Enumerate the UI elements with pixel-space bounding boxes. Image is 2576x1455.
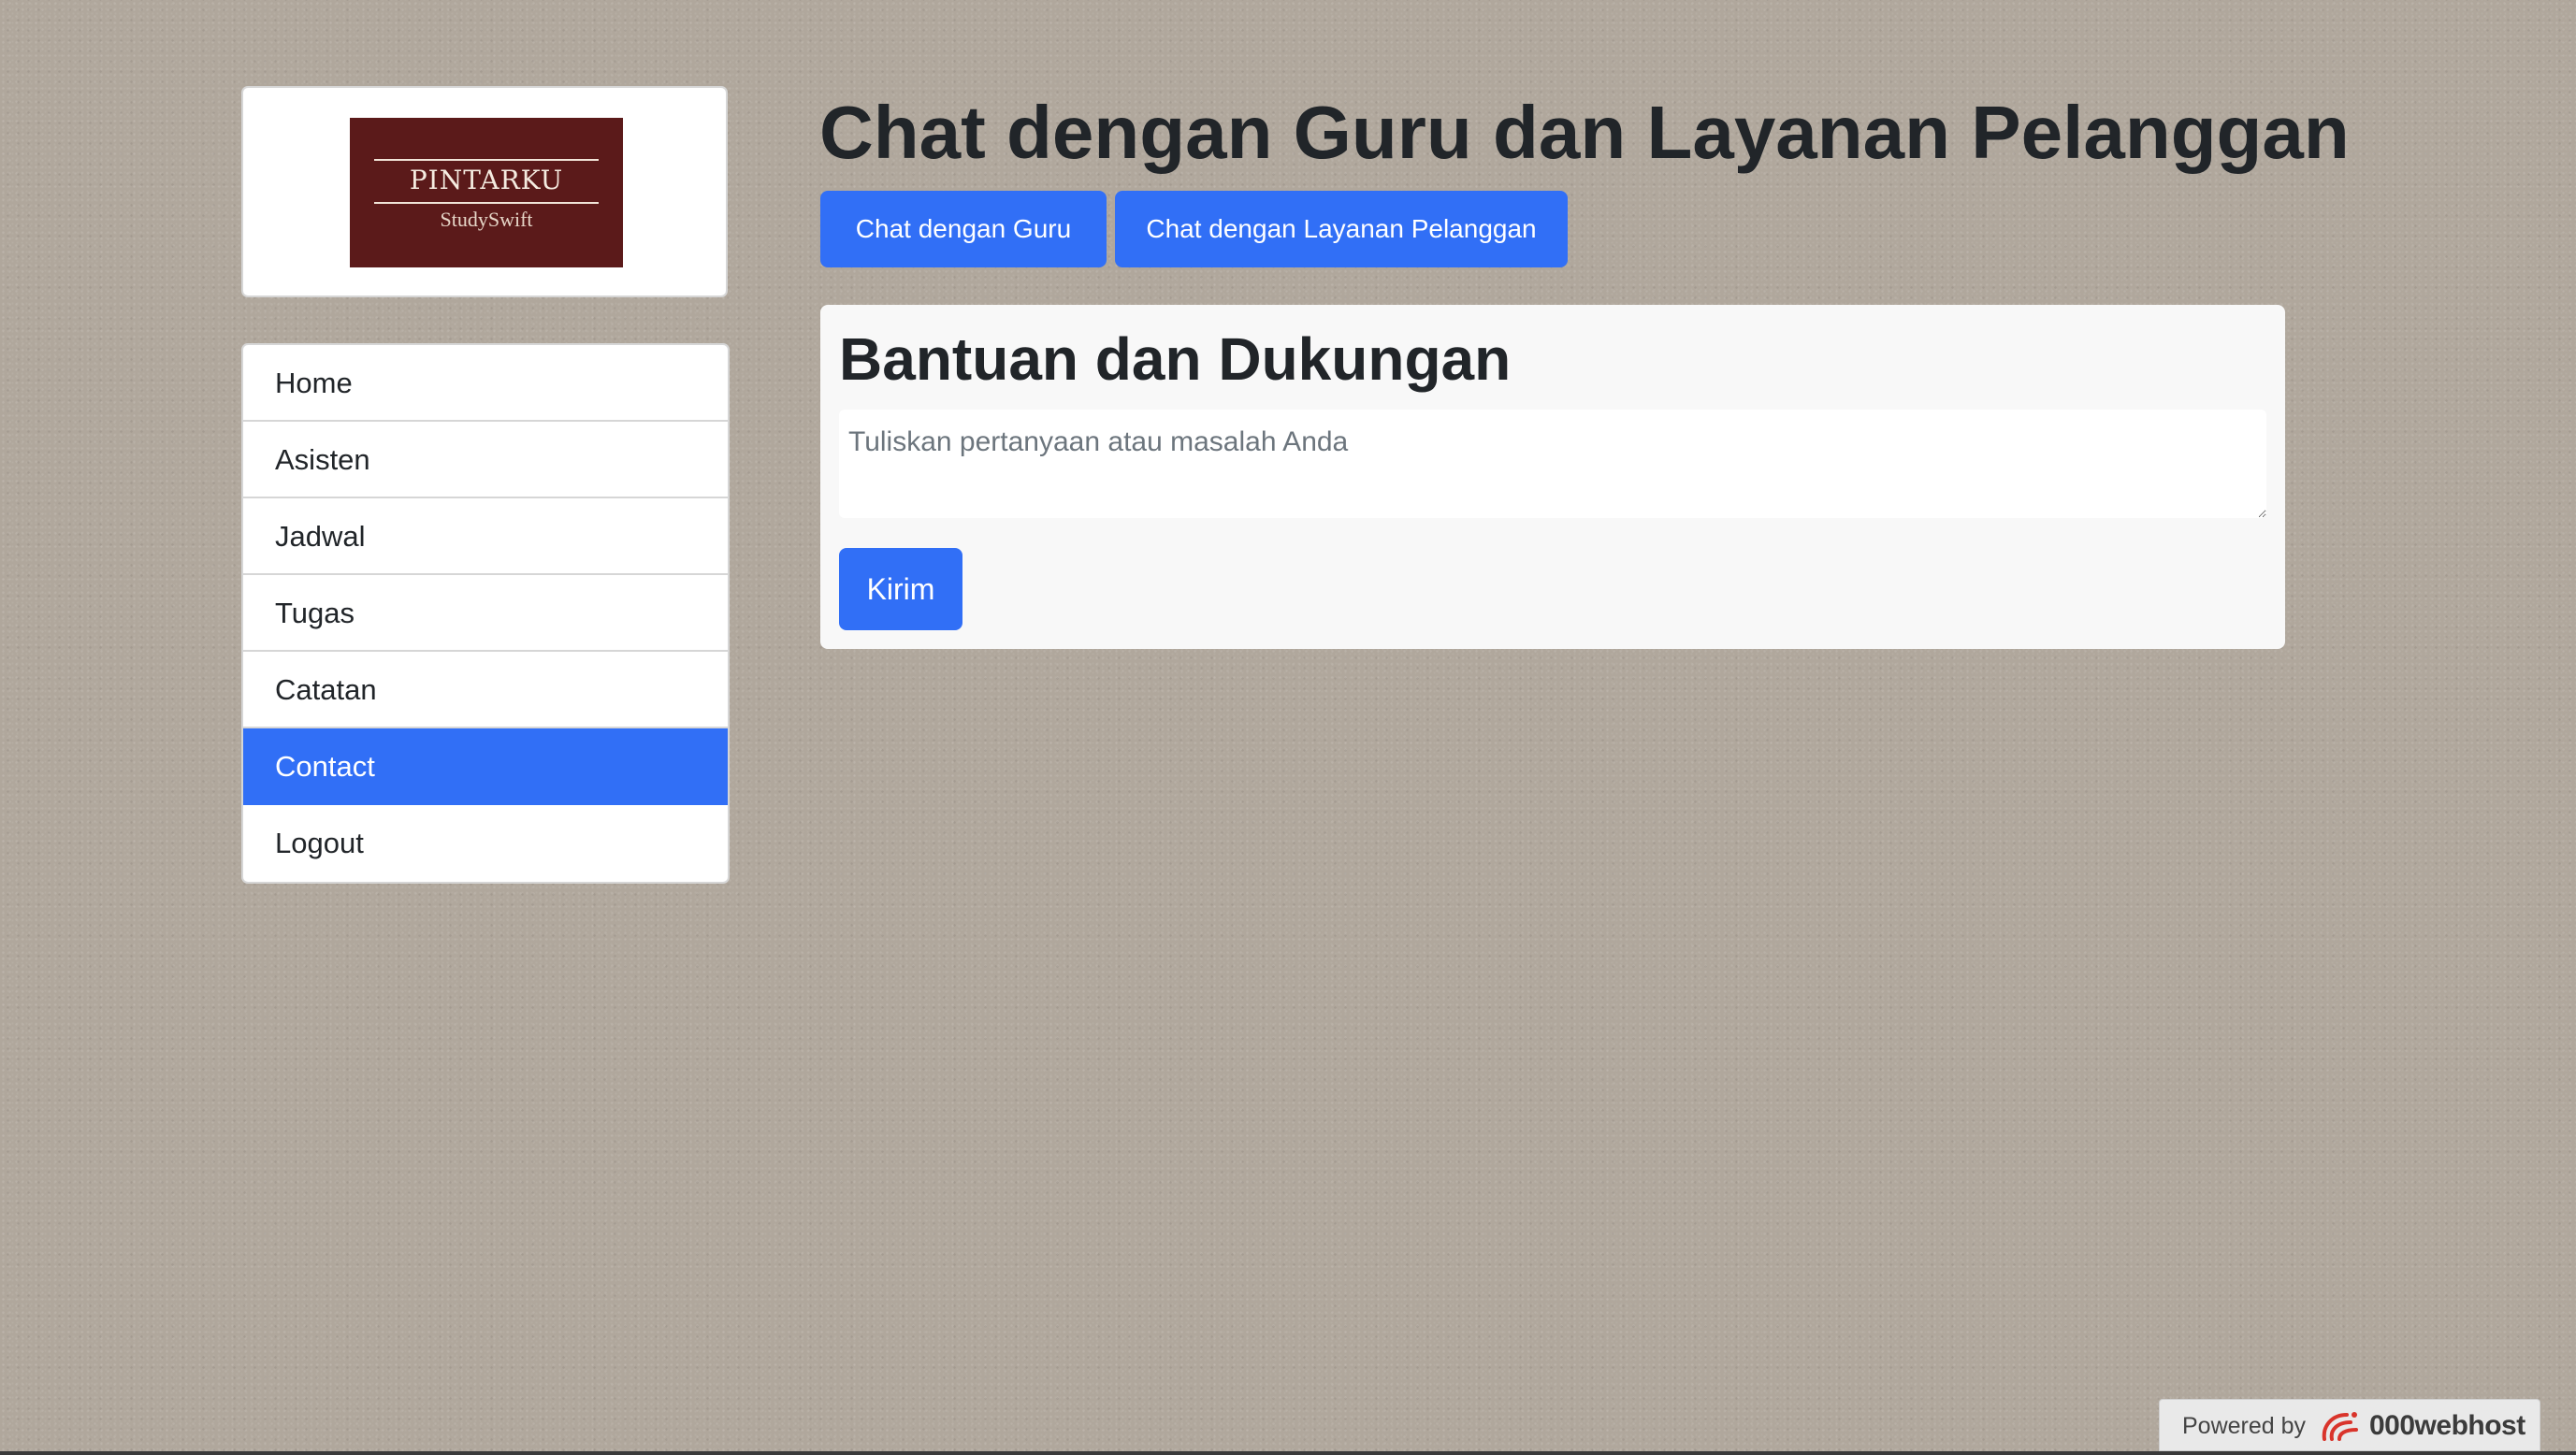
support-panel: Bantuan dan Dukungan Kirim [820, 305, 2285, 649]
support-message-input[interactable] [839, 410, 2266, 518]
logo-rule-bottom [374, 202, 599, 204]
powered-by-label: Powered by [2182, 1413, 2307, 1439]
logo-tagline: StudySwift [440, 208, 533, 231]
logo-card: PINTARKU StudySwift [241, 86, 728, 297]
sidebar-item-catatan[interactable]: Catatan [243, 652, 728, 728]
sidebar-nav: Home Asisten Jadwal Tugas Catatan Contac… [241, 343, 730, 884]
host-name: 000webhost [2369, 1410, 2525, 1441]
logo[interactable]: PINTARKU StudySwift [350, 118, 623, 267]
logo-rule-top [374, 159, 599, 161]
sidebar-item-contact[interactable]: Contact [243, 728, 728, 805]
sidebar-item-tugas[interactable]: Tugas [243, 575, 728, 652]
sidebar-item-logout[interactable]: Logout [243, 805, 728, 882]
logo-name: PINTARKU [409, 165, 564, 195]
sidebar-item-asisten[interactable]: Asisten [243, 422, 728, 498]
powered-by-badge[interactable]: Powered by 000webhost [2159, 1399, 2540, 1451]
bottom-border [0, 1451, 2576, 1455]
support-title: Bantuan dan Dukungan [839, 325, 1512, 393]
sidebar-item-home[interactable]: Home [243, 345, 728, 422]
chat-guru-button[interactable]: Chat dengan Guru [820, 191, 1107, 267]
sidebar-item-jadwal[interactable]: Jadwal [243, 498, 728, 575]
send-button[interactable]: Kirim [839, 548, 962, 630]
000webhost-logo-icon [2322, 1412, 2358, 1441]
page-title: Chat dengan Guru dan Layanan Pelanggan [819, 91, 2350, 174]
chat-customer-service-button[interactable]: Chat dengan Layanan Pelanggan [1115, 191, 1568, 267]
